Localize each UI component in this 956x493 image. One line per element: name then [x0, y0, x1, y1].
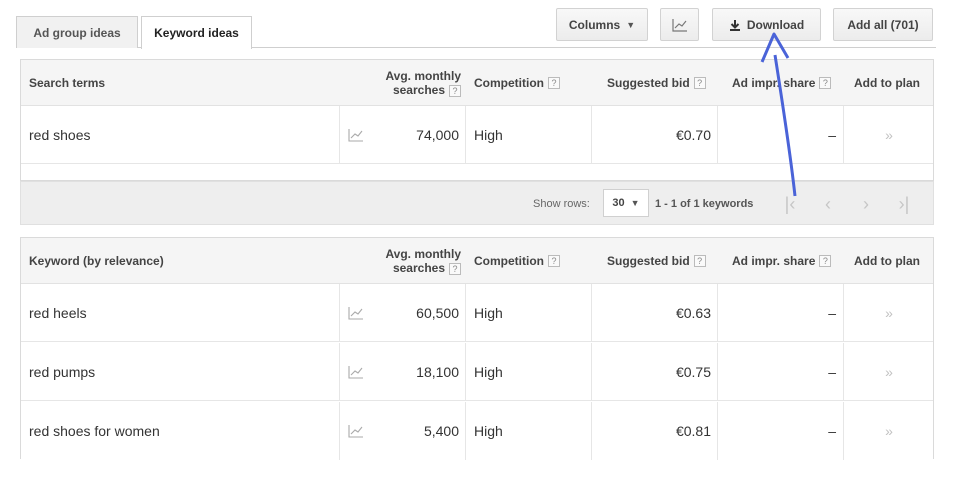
- suggested-bid-cell: €0.81: [675, 423, 711, 439]
- rows-per-page-value: 30: [612, 197, 625, 209]
- last-page-icon[interactable]: ›|: [889, 190, 919, 218]
- show-rows-label: Show rows:: [533, 198, 590, 210]
- header-ad-impr-share-label: Ad impr. share: [732, 76, 816, 90]
- header-suggested-bid-label: Suggested bid: [607, 254, 690, 268]
- header-ad-impr-share[interactable]: Ad impr. share?: [732, 238, 832, 284]
- keyword-cell: red heels: [29, 305, 87, 321]
- previous-page-icon[interactable]: ‹: [813, 190, 843, 218]
- trend-chart-icon[interactable]: [348, 424, 364, 438]
- header-competition[interactable]: Competition?: [474, 60, 560, 106]
- help-icon[interactable]: ?: [693, 255, 706, 267]
- add-to-plan-button[interactable]: »: [843, 402, 935, 460]
- help-icon[interactable]: ?: [819, 77, 832, 89]
- add-to-plan-button[interactable]: »: [843, 284, 935, 342]
- add-to-plan-button[interactable]: »: [843, 106, 935, 164]
- keyword-cell: red shoes: [29, 127, 91, 143]
- trend-chart-icon[interactable]: [348, 128, 364, 142]
- pagination-bar: Show rows: 30 ▼ 1 - 1 of 1 keywords |‹ ‹…: [20, 181, 934, 225]
- suggested-bid-cell: €0.70: [675, 127, 711, 143]
- avg-searches-cell: 5,400: [423, 423, 459, 439]
- trend-chart-icon[interactable]: [348, 365, 364, 379]
- table-header: Keyword (by relevance) Avg. monthly sear…: [21, 238, 933, 284]
- table-row: red pumps 18,100 High €0.75 – »: [21, 343, 933, 401]
- header-keyword-relevance[interactable]: Keyword (by relevance): [29, 238, 164, 284]
- header-avg-line2-wrap: searches?: [393, 83, 461, 97]
- header-add-to-plan: Add to plan: [854, 76, 920, 90]
- help-icon[interactable]: ?: [548, 77, 560, 89]
- competition-cell: High: [474, 423, 503, 439]
- download-button-label: Download: [746, 17, 805, 32]
- tab-keyword-ideas[interactable]: Keyword ideas: [141, 16, 252, 49]
- header-ad-impr-share-label: Ad impr. share: [732, 254, 816, 268]
- header-search-terms: Search terms: [29, 76, 106, 90]
- header-avg-line2-wrap: searches?: [393, 261, 461, 275]
- header-avg-line1: Avg. monthly: [385, 69, 461, 83]
- chevron-down-icon: ▼: [630, 198, 640, 208]
- chart-toggle-button[interactable]: [660, 8, 699, 41]
- chevron-down-icon: ▼: [626, 19, 636, 30]
- table-row: red heels 60,500 High €0.63 – »: [21, 284, 933, 342]
- avg-searches-cell: 18,100: [416, 364, 459, 380]
- line-chart-icon: [671, 18, 687, 32]
- header-avg-monthly-searches[interactable]: Avg. monthly searches?: [371, 246, 461, 276]
- header-competition-label: Competition: [474, 254, 544, 268]
- trend-chart-icon[interactable]: [348, 306, 364, 320]
- download-icon: [729, 19, 740, 31]
- next-page-icon[interactable]: ›: [851, 190, 881, 218]
- suggested-bid-cell: €0.63: [675, 305, 711, 321]
- keyword-cell: red shoes for women: [29, 423, 160, 439]
- header-avg-line2: searches: [392, 261, 445, 275]
- avg-searches-cell: 60,500: [416, 305, 459, 321]
- header-avg-line2: searches: [392, 83, 445, 97]
- competition-cell: High: [474, 305, 503, 321]
- header-suggested-bid-label: Suggested bid: [607, 76, 690, 90]
- help-icon[interactable]: ?: [449, 263, 461, 275]
- add-all-button-label: Add all (701): [847, 17, 919, 32]
- help-icon[interactable]: ?: [449, 85, 461, 97]
- header-add-to-plan: Add to plan: [854, 254, 920, 268]
- impr-share-cell: –: [828, 423, 836, 439]
- header-competition[interactable]: Competition?: [474, 238, 560, 284]
- table-row: red shoes 74,000 High €0.70 – »: [21, 106, 933, 164]
- table-header: Search terms Avg. monthly searches? Comp…: [21, 60, 933, 106]
- header-suggested-bid[interactable]: Suggested bid?: [607, 60, 706, 106]
- download-button[interactable]: Download: [712, 8, 821, 41]
- impr-share-cell: –: [828, 364, 836, 380]
- competition-cell: High: [474, 127, 503, 143]
- add-to-plan-button[interactable]: »: [843, 343, 935, 401]
- keyword-cell: red pumps: [29, 364, 96, 380]
- header-suggested-bid[interactable]: Suggested bid?: [607, 238, 706, 284]
- search-terms-table: Search terms Avg. monthly searches? Comp…: [20, 59, 934, 181]
- header-ad-impr-share[interactable]: Ad impr. share?: [732, 60, 832, 106]
- header-competition-label: Competition: [474, 76, 544, 90]
- tab-ad-group-ideas[interactable]: Ad group ideas: [16, 16, 138, 48]
- keyword-ideas-table: Keyword (by relevance) Avg. monthly sear…: [20, 237, 934, 460]
- header-avg-monthly-searches[interactable]: Avg. monthly searches?: [371, 68, 461, 98]
- add-all-button[interactable]: Add all (701): [833, 8, 933, 41]
- impr-share-cell: –: [828, 127, 836, 143]
- rows-per-page-select[interactable]: 30 ▼: [603, 189, 649, 217]
- avg-searches-cell: 74,000: [416, 127, 459, 143]
- columns-button-label: Columns: [568, 17, 621, 32]
- header-avg-line1: Avg. monthly: [385, 247, 461, 261]
- competition-cell: High: [474, 364, 503, 380]
- help-icon[interactable]: ?: [548, 255, 560, 267]
- suggested-bid-cell: €0.75: [675, 364, 711, 380]
- columns-button[interactable]: Columns ▼: [556, 8, 648, 41]
- first-page-icon[interactable]: |‹: [775, 190, 805, 218]
- help-icon[interactable]: ?: [693, 77, 706, 89]
- help-icon[interactable]: ?: [819, 255, 832, 267]
- pagination-range: 1 - 1 of 1 keywords: [655, 198, 754, 210]
- impr-share-cell: –: [828, 305, 836, 321]
- table-row: red shoes for women 5,400 High €0.81 – »: [21, 402, 933, 460]
